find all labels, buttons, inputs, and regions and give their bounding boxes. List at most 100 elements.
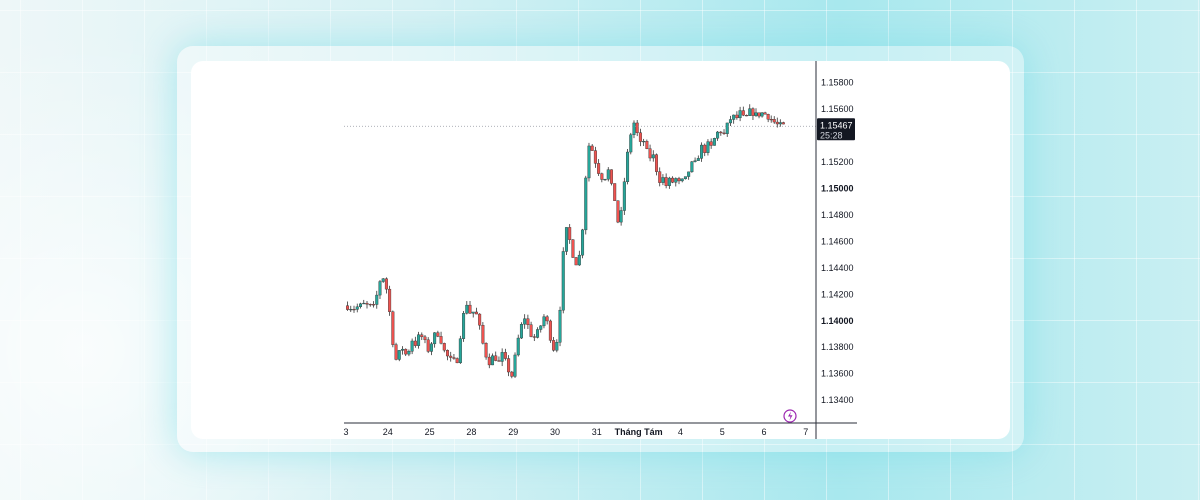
candle-body [757,112,761,117]
candle-body [609,169,613,184]
candle-body [683,176,687,180]
candle-body [548,320,552,341]
candle-body [613,183,617,201]
candle-body [429,343,433,352]
candle-body [542,316,546,327]
candle-body [593,150,597,164]
current-price-label: 1.1546725:28 [817,118,855,141]
candle-body [616,200,620,223]
candles-group [345,104,785,379]
candle-body [404,348,408,355]
candlestick-chart[interactable]: 1.158001.156001.154001.152001.150001.148… [191,61,1010,439]
candle-body [732,114,736,120]
candle-body [365,302,369,305]
candle-body [362,302,366,305]
y-tick-label: 1.14200 [821,289,854,299]
candle-body [439,336,443,344]
candle-body [413,340,417,346]
candle-body [394,344,398,360]
candle-body [568,227,572,240]
candle-body [722,132,726,134]
candle-body [635,122,639,133]
candle-body [375,294,379,305]
candle-body [558,309,562,343]
candle-body [536,329,540,338]
candle-body [745,114,749,117]
candle-body [355,306,359,310]
x-tick-label: 3 [343,427,348,437]
candle-body [629,134,633,153]
candle-body [700,144,704,159]
candle-body [500,352,504,362]
candle-body [552,340,556,351]
x-tick-label: Tháng Tám [615,427,663,437]
y-tick-label: 1.15000 [821,184,854,194]
candle-body [507,358,511,373]
candle-body [455,358,459,364]
candle-body [345,305,349,310]
candle-body [626,151,630,182]
candle-body [632,122,636,136]
countdown-timer: 25:28 [820,130,843,140]
lightning-icon[interactable] [783,409,797,423]
x-tick-label: 5 [720,427,725,437]
candle-body [772,119,776,123]
candle-body [680,178,684,182]
candle-body [397,350,401,360]
candle-body [471,311,475,314]
candle-body [703,144,707,153]
candle-body [781,122,785,125]
candle-body [513,354,517,377]
current-price-value: 1.15467 [820,120,853,130]
candle-body [381,278,385,282]
candle-body [391,311,395,345]
candle-body [642,140,646,143]
candle-body [420,334,424,338]
candle-body [503,352,507,359]
candle-body [564,227,568,252]
y-tick-label: 1.15200 [821,157,854,167]
x-tick-label: 7 [803,427,808,437]
candle-body [407,351,411,355]
candle-body [645,140,649,149]
candle-body [352,308,356,311]
candle-body [433,332,437,345]
candle-body [763,112,767,115]
candle-body [423,336,427,341]
candle-body [622,181,626,211]
candle-body [581,229,585,256]
candle-body [674,178,678,183]
x-tick-label: 6 [761,427,766,437]
candle-body [706,141,710,153]
x-tick-label: 25 [425,427,435,437]
candle-body [741,110,745,116]
candle-body [667,177,671,186]
candle-body [378,281,382,296]
candle-body [426,339,430,352]
candle-body [735,114,739,119]
candle-body [651,154,655,159]
candle-body [487,356,491,366]
y-tick-label: 1.15600 [821,104,854,114]
time-axis[interactable]: 3 24 25 28 29 30 31 Tháng Tám 4 5 6 7 [343,427,808,437]
candle-body [436,332,440,337]
candle-body [671,177,675,183]
candle-body [638,132,642,142]
candle-body [372,304,376,306]
candle-body [619,210,623,223]
candle-body [462,313,466,339]
candle-body [587,145,591,179]
candle-body [481,324,485,344]
candle-body [491,355,495,366]
candle-body [410,340,414,352]
x-tick-label: 29 [508,427,518,437]
candle-body [728,119,732,124]
candle-body [693,160,697,162]
candle-body [778,122,782,125]
candle-body [458,338,462,364]
candle-body [497,360,501,362]
chart-card: 1.158001.156001.154001.152001.150001.148… [191,61,1010,439]
candle-body [449,355,453,358]
candle-body [442,343,446,351]
candle-body [510,371,514,377]
